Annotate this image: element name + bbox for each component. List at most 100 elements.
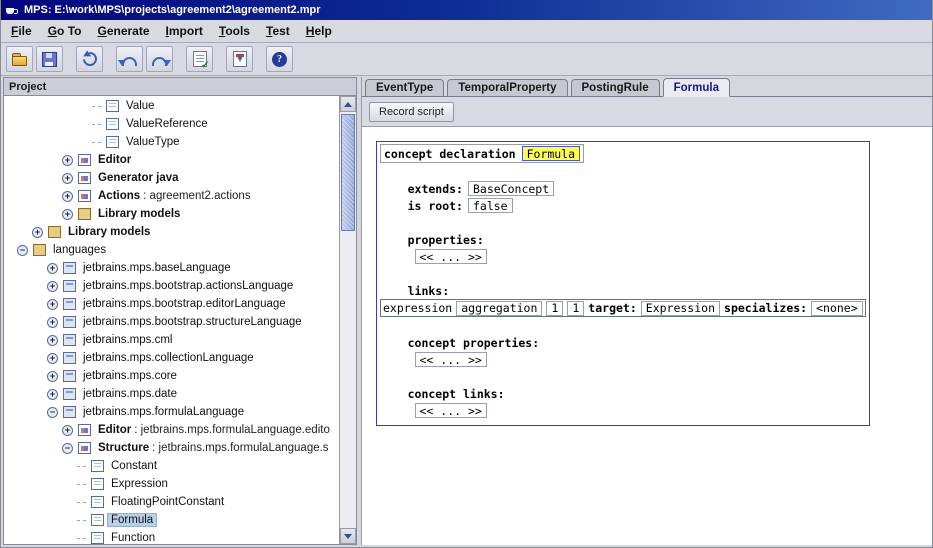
tab-eventtype[interactable]: EventType xyxy=(365,79,444,96)
editor-cell[interactable]: BaseConcept xyxy=(468,181,554,196)
tree-item-jetbrains-mps-baselanguage[interactable]: +jetbrains.mps.baseLanguage xyxy=(4,259,339,277)
tree-item-jetbrains-mps-bootstrap-editorlanguage[interactable]: +jetbrains.mps.bootstrap.editorLanguage xyxy=(4,295,339,313)
tree-item-structure[interactable]: −Structure : jetbrains.mps.formulaLangua… xyxy=(4,439,339,457)
link-role-cell[interactable]: expression xyxy=(383,301,452,315)
expand-icon[interactable]: + xyxy=(62,209,73,220)
expand-icon[interactable]: + xyxy=(47,389,58,400)
tree-item-valuereference[interactable]: ValueReference xyxy=(4,115,339,133)
tree-item-jetbrains-mps-bootstrap-structurelanguage[interactable]: +jetbrains.mps.bootstrap.structureLangua… xyxy=(4,313,339,331)
tree-item-function[interactable]: Function xyxy=(4,529,339,544)
link-metaclass-cell[interactable]: aggregation xyxy=(456,301,542,316)
tree-item-languages[interactable]: −languages xyxy=(4,241,339,259)
tree-item-jetbrains-mps-core[interactable]: +jetbrains.mps.core xyxy=(4,367,339,385)
tree-item-suffix: : jetbrains.mps.formulaLanguage.edito xyxy=(134,424,330,436)
generate-icon xyxy=(233,51,247,67)
package-icon xyxy=(78,208,91,220)
tree-item-jetbrains-mps-date[interactable]: +jetbrains.mps.date xyxy=(4,385,339,403)
help-button[interactable]: ? xyxy=(266,46,293,72)
tree-item-value[interactable]: Value xyxy=(4,97,339,115)
menu-import[interactable]: Import xyxy=(158,22,211,40)
menu-help[interactable]: Help xyxy=(298,22,340,40)
expand-icon[interactable]: + xyxy=(62,425,73,436)
editor-cell[interactable]: false xyxy=(468,198,513,213)
tree-item-label: ValueReference xyxy=(123,118,211,130)
tree-item-label: Editor xyxy=(95,424,134,436)
save-all-button[interactable] xyxy=(36,46,63,72)
project-panel-header: Project xyxy=(4,78,356,96)
main-toolbar: ? xyxy=(1,43,932,76)
concept-editor[interactable]: concept declarationFormulaextends:BaseCo… xyxy=(362,127,932,545)
scrollbar-thumb[interactable] xyxy=(341,114,355,231)
menu-test[interactable]: Test xyxy=(258,22,298,40)
tree-item-expression[interactable]: Expression xyxy=(4,475,339,493)
collapse-icon[interactable]: − xyxy=(62,443,73,454)
tree-item-label: jetbrains.mps.bootstrap.actionsLanguage xyxy=(80,280,296,292)
tree-item-library-models[interactable]: +Library models xyxy=(4,223,339,241)
editor-cell[interactable]: << ... >> xyxy=(415,249,487,264)
editor-cell[interactable]: << ... >> xyxy=(415,352,487,367)
keyword-label: specializes: xyxy=(724,301,807,315)
check-project-button[interactable] xyxy=(186,46,213,72)
tab-temporalproperty[interactable]: TemporalProperty xyxy=(447,79,567,96)
tree-scrollbar[interactable] xyxy=(339,96,356,544)
generate-files-button[interactable] xyxy=(226,46,253,72)
expand-icon[interactable]: + xyxy=(47,299,58,310)
tree-item-jetbrains-mps-bootstrap-actionslanguage[interactable]: + jetbrains.mps.bootstrap.actionsLanguage xyxy=(4,277,339,295)
tree-item-editor[interactable]: + Editor : jetbrains.mps.formulaLanguage.… xyxy=(4,421,339,439)
expand-icon[interactable]: + xyxy=(62,173,73,184)
tree-item-floatingpointconstant[interactable]: FloatingPointConstant xyxy=(4,493,339,511)
concept-links-empty: << ... >> xyxy=(380,402,866,419)
expand-icon[interactable]: + xyxy=(47,353,58,364)
title-bar[interactable]: MPS: E:\work\MPS\projects\agreement2\agr… xyxy=(1,0,932,20)
java-cup-icon xyxy=(5,4,18,17)
editor-cell[interactable]: << ... >> xyxy=(415,403,487,418)
link-specializes-cell[interactable]: <none> xyxy=(811,301,863,316)
redo-button[interactable] xyxy=(146,46,173,72)
source-cardinality-cell[interactable]: 1 xyxy=(546,301,563,316)
expand-icon[interactable]: + xyxy=(47,281,58,292)
scroll-down-button[interactable] xyxy=(340,528,356,544)
menu-generate[interactable]: Generate xyxy=(89,22,157,40)
expand-icon[interactable]: + xyxy=(47,317,58,328)
tree-item-formula[interactable]: Formula xyxy=(4,511,339,529)
refresh-icon xyxy=(80,49,100,69)
tree-item-valuetype[interactable]: ValueType xyxy=(4,133,339,151)
tree-item-editor[interactable]: +Editor xyxy=(4,151,339,169)
tree-item-jetbrains-mps-formulalanguage[interactable]: −jetbrains.mps.formulaLanguage xyxy=(4,403,339,421)
concept-declaration-keyword: concept declaration xyxy=(384,147,516,161)
tree-item-constant[interactable]: Constant xyxy=(4,457,339,475)
target-cardinality-cell[interactable]: 1 xyxy=(567,301,584,316)
tab-postingrule[interactable]: PostingRule xyxy=(571,79,660,96)
reload-project-button[interactable] xyxy=(76,46,103,72)
tree-item-jetbrains-mps-collectionlanguage[interactable]: + jetbrains.mps.collectionLanguage xyxy=(4,349,339,367)
expand-icon[interactable]: + xyxy=(32,227,43,238)
undo-button[interactable] xyxy=(116,46,143,72)
tree-item-library-models[interactable]: +Library models xyxy=(4,205,339,223)
scrollbar-track[interactable] xyxy=(340,112,356,528)
tree-item-label: jetbrains.mps.collectionLanguage xyxy=(80,352,257,364)
menu-file[interactable]: File xyxy=(3,22,40,40)
collapse-icon[interactable]: − xyxy=(47,407,58,418)
tree-item-actions[interactable]: +Actions : agreement2.actions xyxy=(4,187,339,205)
expand-icon[interactable]: + xyxy=(47,263,58,274)
tab-formula[interactable]: Formula xyxy=(663,78,730,97)
editor-blank-line xyxy=(380,163,866,180)
menu-tools[interactable]: Tools xyxy=(211,22,258,40)
tree-item-generator-java[interactable]: +Generator java xyxy=(4,169,339,187)
record-script-button[interactable]: Record script xyxy=(369,102,454,122)
expand-icon[interactable]: + xyxy=(47,371,58,382)
expand-icon[interactable]: + xyxy=(62,155,73,166)
tree-item-jetbrains-mps-cml[interactable]: +jetbrains.mps.cml xyxy=(4,331,339,349)
expand-icon[interactable]: + xyxy=(62,191,73,202)
model-icon xyxy=(78,172,91,184)
menu-go-to[interactable]: Go To xyxy=(40,22,90,40)
open-project-button[interactable] xyxy=(6,46,33,72)
link-target-cell[interactable]: Expression xyxy=(641,301,720,316)
package-icon xyxy=(48,226,61,238)
scroll-up-button[interactable] xyxy=(340,96,356,112)
concept-properties-label: concept properties: xyxy=(380,334,866,351)
collapse-icon[interactable]: − xyxy=(17,245,28,256)
tree-line xyxy=(89,142,104,143)
expand-icon[interactable]: + xyxy=(47,335,58,346)
concept-name-cell[interactable]: Formula xyxy=(522,146,580,161)
